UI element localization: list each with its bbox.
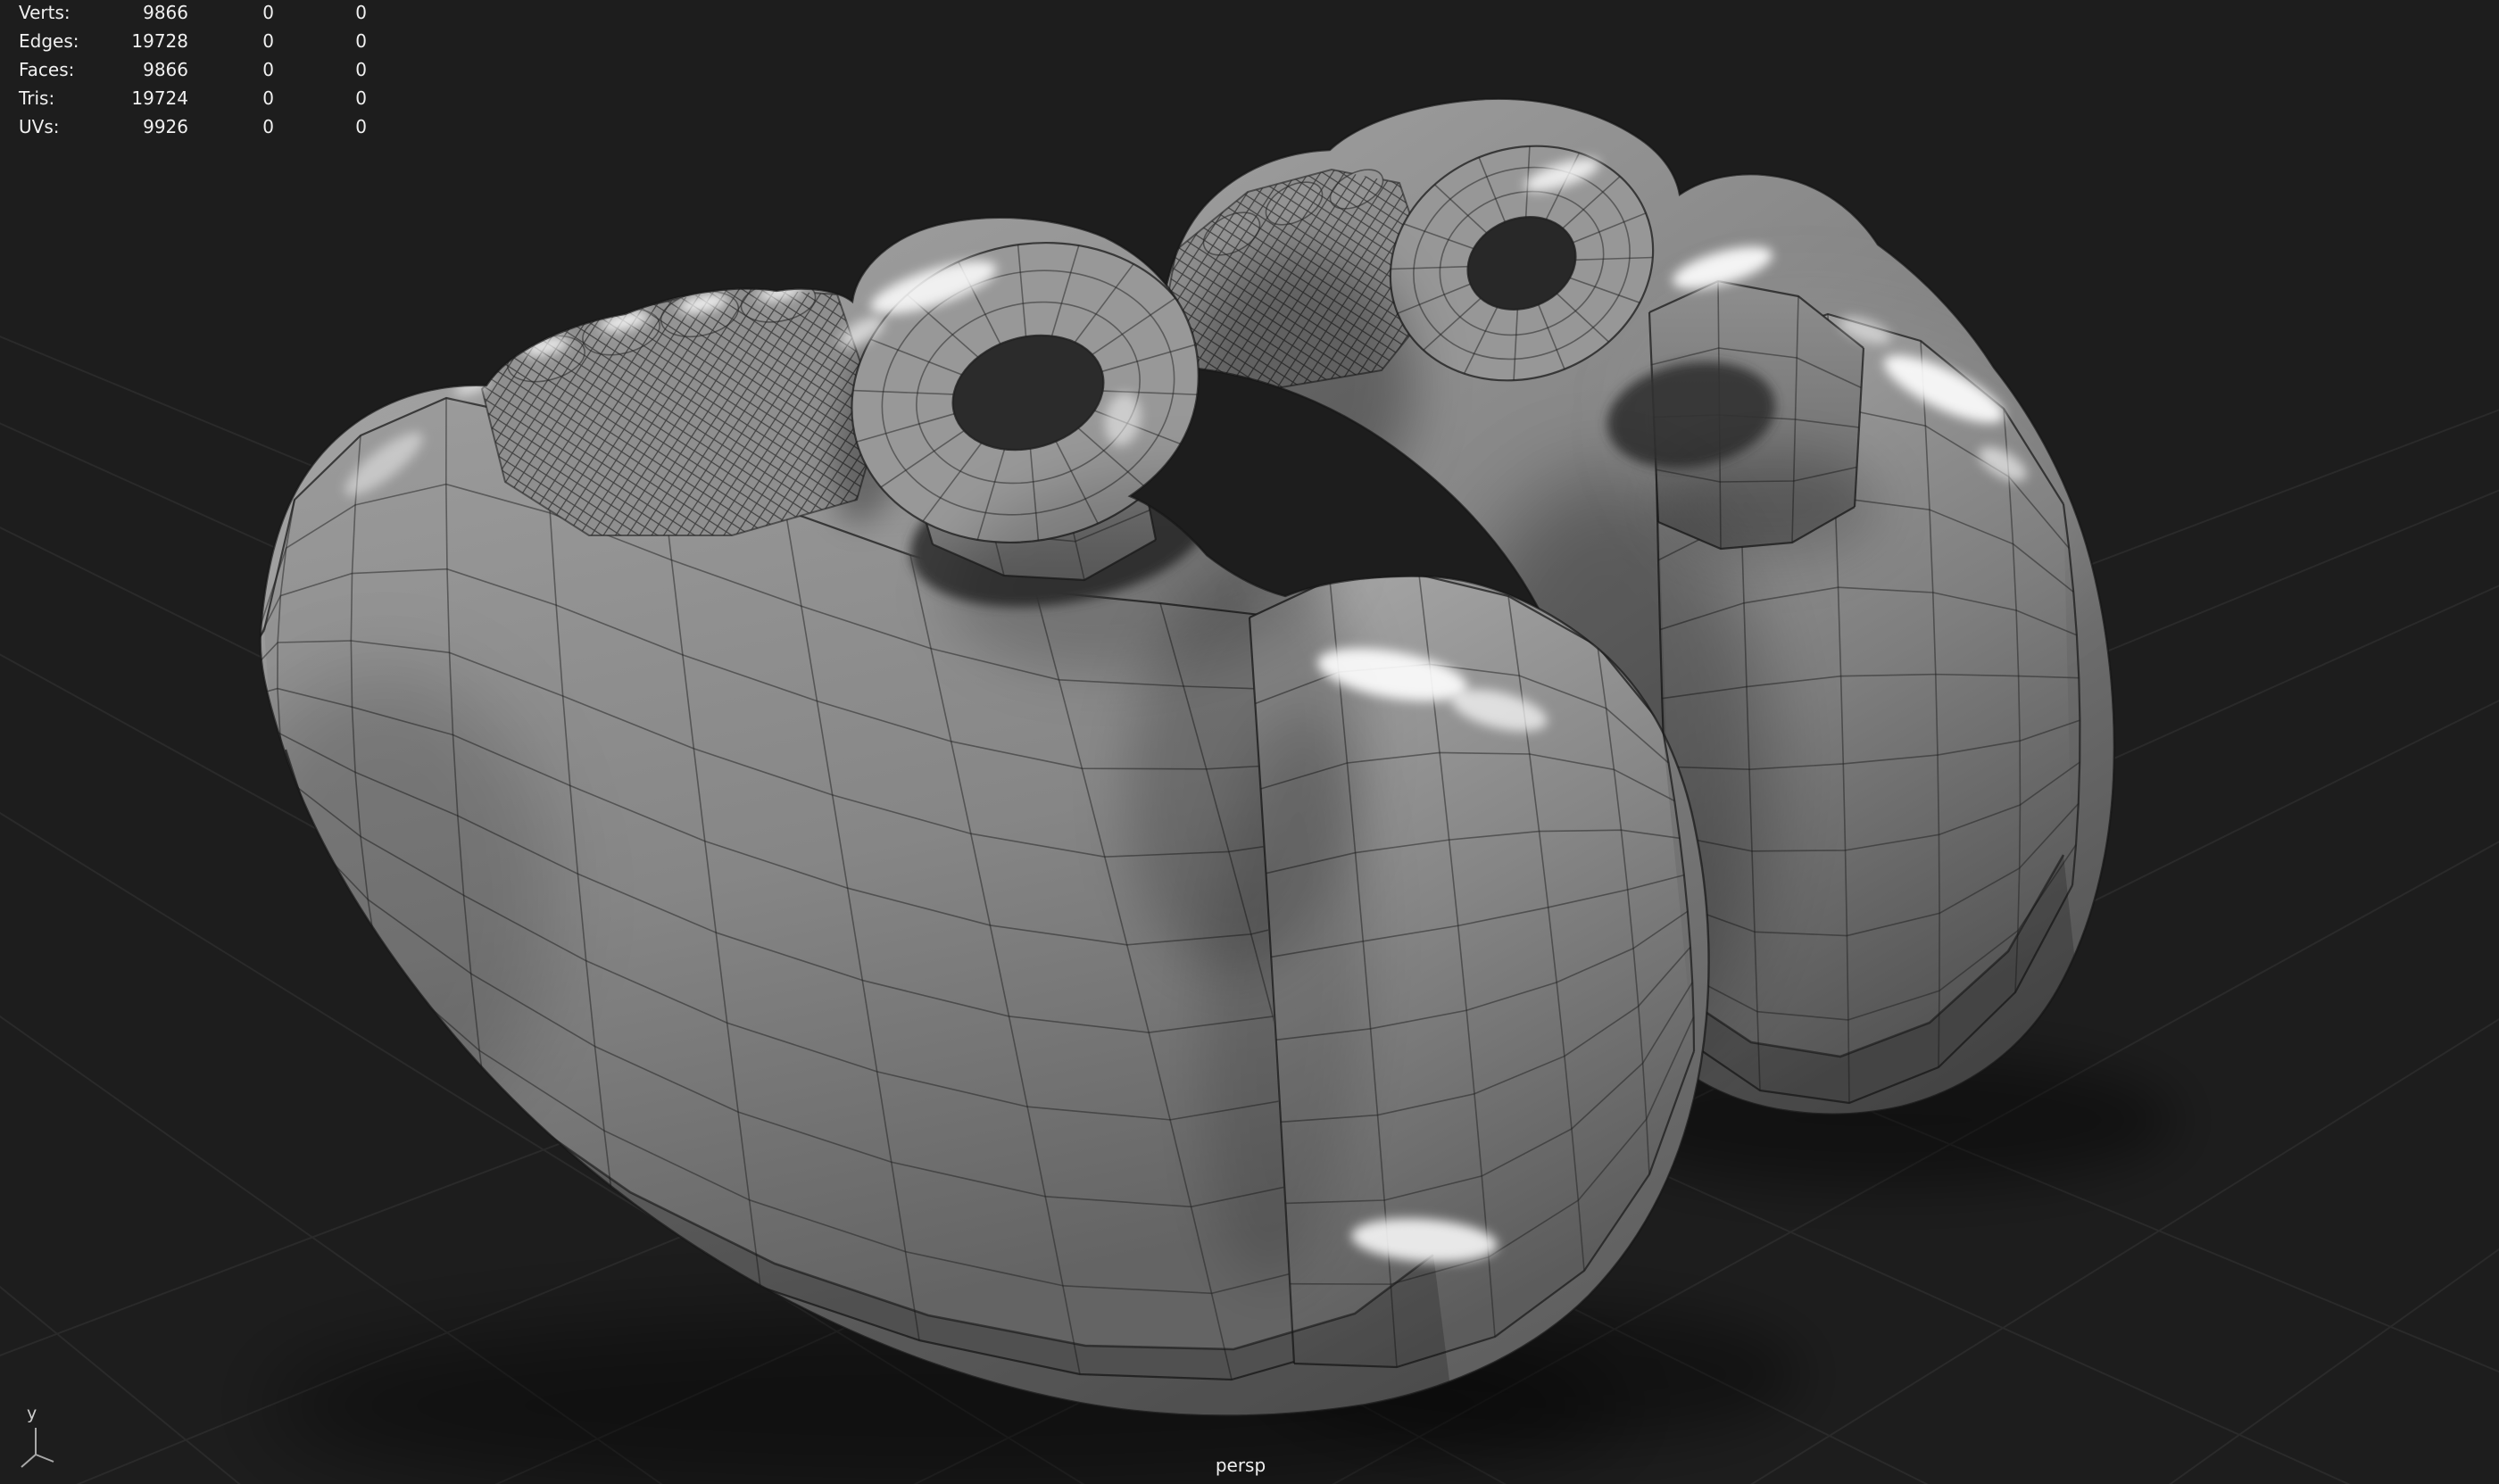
- hud-row-uvs: UVs: 9926 0 0: [19, 112, 367, 141]
- hud-value-1: 19724: [131, 87, 188, 109]
- hud-stat-label: Tris:: [19, 87, 55, 109]
- poly-count-hud: Verts: 9866 0 0 Edges: 19728 0 0 Faces: …: [19, 0, 367, 141]
- hud-value-2: 0: [262, 116, 274, 137]
- hud-value-1: 9926: [143, 116, 188, 137]
- hud-value-1: 9866: [143, 2, 188, 23]
- axis-y-label: y: [27, 1404, 37, 1423]
- hud-value-1: 9866: [143, 59, 188, 80]
- hud-stat-label: UVs:: [19, 116, 60, 137]
- axis-gizmo: y: [21, 1404, 54, 1468]
- hud-value-3: 0: [355, 87, 367, 109]
- hud-row-faces: Faces: 9866 0 0: [19, 55, 367, 84]
- camera-name-label: persp: [1215, 1455, 1266, 1476]
- hud-row-verts: Verts: 9866 0 0: [19, 0, 367, 27]
- hud-value-1: 19728: [131, 30, 188, 52]
- viewport-3d[interactable]: Verts: 9866 0 0 Edges: 19728 0 0 Faces: …: [0, 0, 2499, 1484]
- hud-value-2: 0: [262, 59, 274, 80]
- viewport-canvas[interactable]: [0, 0, 2499, 1484]
- hud-value-3: 0: [355, 2, 367, 23]
- hud-value-2: 0: [262, 87, 274, 109]
- hud-value-3: 0: [355, 59, 367, 80]
- hud-value-3: 0: [355, 116, 367, 137]
- hud-value-2: 0: [262, 30, 274, 52]
- hud-stat-label: Verts:: [19, 2, 71, 23]
- axis-lines: [21, 1428, 54, 1468]
- hud-row-edges: Edges: 19728 0 0: [19, 27, 367, 55]
- hud-stat-label: Faces:: [19, 59, 75, 80]
- hud-value-2: 0: [262, 2, 274, 23]
- hud-stat-label: Edges:: [19, 30, 79, 52]
- hud-value-3: 0: [355, 30, 367, 52]
- hud-row-tris: Tris: 19724 0 0: [19, 84, 367, 112]
